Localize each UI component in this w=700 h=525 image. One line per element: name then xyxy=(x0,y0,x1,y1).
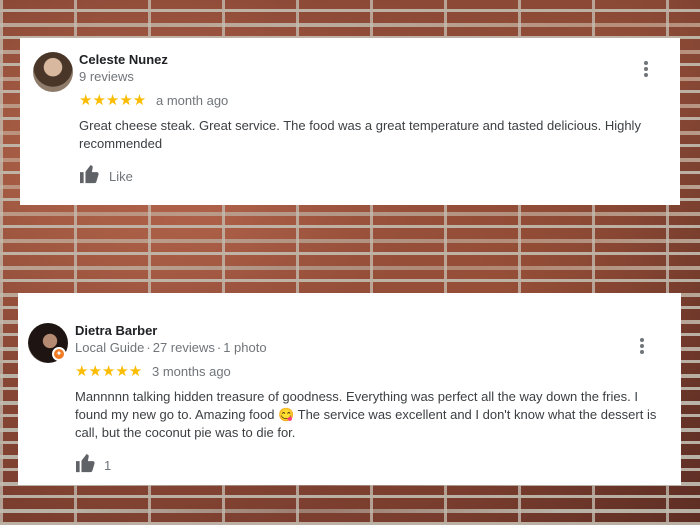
star-rating: ★★★★★ xyxy=(75,363,143,380)
more-vert-icon[interactable] xyxy=(644,61,648,79)
star-rating: ★★★★★ xyxy=(79,92,147,109)
like-count[interactable]: 1 xyxy=(104,458,111,473)
avatar[interactable] xyxy=(33,52,73,92)
review-text: Great cheese steak. Great service. The f… xyxy=(79,118,641,151)
like-button[interactable]: Like xyxy=(109,169,133,184)
separator: · xyxy=(146,340,151,355)
author-meta: 9 reviews xyxy=(79,69,134,84)
thumbs-up-icon[interactable] xyxy=(79,164,101,184)
review-card: ✦ Dietra Barber Local Guide · 27 reviews · 1… xyxy=(18,293,681,485)
author-meta: Local Guide · 27 reviews · 1 photo xyxy=(75,340,267,355)
thumbs-up-icon[interactable] xyxy=(75,453,97,473)
review-count: 27 reviews xyxy=(152,340,215,355)
author-name[interactable]: Dietra Barber xyxy=(75,323,157,338)
local-guide-badge-icon: ✦ xyxy=(52,347,66,361)
review-time: a month ago xyxy=(156,93,229,108)
review-text: Mannnnn talking hidden treasure of goodn… xyxy=(75,389,657,440)
more-vert-icon[interactable] xyxy=(640,338,644,356)
review-card: Celeste Nunez 9 reviews ★★★★★ a month ag… xyxy=(20,38,680,205)
author-name[interactable]: Celeste Nunez xyxy=(79,52,168,67)
local-guide-label: Local Guide xyxy=(75,340,145,355)
separator: · xyxy=(216,340,222,355)
review-time: 3 months ago xyxy=(152,364,231,379)
photo-count: 1 photo xyxy=(223,340,267,355)
